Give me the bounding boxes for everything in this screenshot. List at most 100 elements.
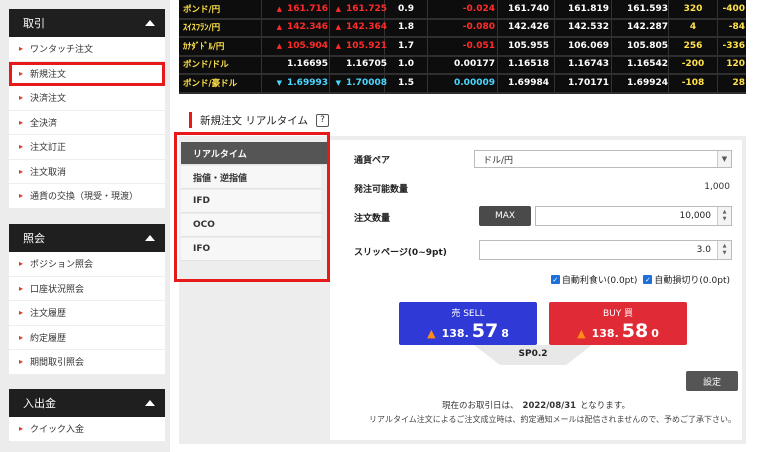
max-button[interactable]: MAX [479, 206, 531, 226]
sidebar-item-label: 決済注文 [30, 94, 67, 105]
sidebar-item-execution-history[interactable]: ▸ 約定履歴 [9, 326, 165, 350]
sidebar: 取引 ▸ ワンタッチ注文 ▸ 新規注文 ▸ 決済注文 ▸ 全決済 ▸ 注文訂正 ▸ 注文取消… [0, 0, 170, 452]
quote-row[interactable]: ポンド/豪ドル ▼ 1.69993 ▼ 1.70008 1.5 0.00009 1.69984… [179, 74, 746, 94]
quote-spread: 1.0 [384, 55, 428, 73]
quote-high-text: 142.532 [568, 22, 609, 33]
quote-open: 1.69984 [499, 74, 549, 92]
quote-change-text: -0.080 [462, 22, 495, 33]
slippage-input[interactable]: 3.0 ▲ ▼ [479, 240, 732, 260]
trade-date: 2022/08/31 [522, 401, 577, 411]
sidebar-header-label: 照会 [23, 232, 45, 245]
sidebar-item-label: ワンタッチ注文 [30, 45, 94, 56]
chevron-down-icon[interactable]: ▼ [717, 151, 731, 167]
sidebar-header-inquiry[interactable]: 照会 [9, 224, 165, 252]
chevron-right-icon: ▸ [19, 117, 24, 127]
quote-bid: ▲ 142.346 [266, 18, 328, 36]
email-notice: リアルタイム注文によるご注文成立時は、約定通知メールは配信されませんので、予めご… [369, 415, 736, 424]
sidebar-item-position-inquiry[interactable]: ▸ ポジション照会 [9, 252, 165, 277]
quote-row[interactable]: ｶﾅﾀﾞﾄﾞﾙ/円 ▲ 105.904 ▲ 105.921 1.7 -0.051 105.95… [179, 37, 746, 57]
qty-stepper-icon[interactable]: ▲ ▼ [717, 207, 731, 225]
collapse-caret-icon[interactable] [145, 20, 155, 26]
buy-button[interactable]: BUY 買 ▲ 138. 58 0 [549, 302, 687, 345]
page-title: 新規注文 リアルタイム [200, 114, 309, 127]
sidebar-section-inquiry: 照会 ▸ ポジション照会 ▸ 口座状況照会 ▸ 注文履歴 ▸ 約定履歴 ▸ 期間取引照会 [9, 224, 165, 375]
sidebar-item-label: ポジション照会 [30, 260, 94, 271]
quote-row[interactable]: ｽｲｽﾌﾗﾝ/円 ▲ 142.346 ▲ 142.364 1.8 -0.080 142.426… [179, 18, 746, 39]
quote-swap-sell: -400 [719, 0, 745, 18]
sidebar-item-account-status[interactable]: ▸ 口座状況照会 [9, 277, 165, 301]
buy-price: ▲ 138. 58 0 [549, 320, 687, 342]
up-arrow-icon: ▲ [427, 327, 436, 340]
sidebar-header-trade[interactable]: 取引 [9, 9, 165, 37]
currency-pair-value: ドル/円 [483, 155, 514, 166]
collapse-caret-icon[interactable] [145, 400, 155, 406]
quote-low-text: 105.805 [627, 40, 668, 51]
chevron-right-icon: ▸ [19, 93, 24, 103]
quote-swap-buy: 4 [669, 18, 717, 36]
buy-price-prefix: 138. [591, 327, 619, 340]
sidebar-item-new-order[interactable]: ▸ 新規注文 [9, 61, 165, 86]
sidebar-item-label: 全決済 [30, 118, 58, 129]
quote-open-text: 161.740 [508, 4, 549, 14]
quote-bid-text: 1.16695 [287, 59, 328, 70]
quote-high-text: 1.70171 [568, 77, 609, 88]
quote-open-text: 142.426 [508, 22, 549, 33]
quote-ask: 1.16705 [331, 55, 387, 73]
quote-swap-sell-text: -336 [722, 40, 745, 51]
slippage-stepper-icon[interactable]: ▲ ▼ [717, 241, 731, 259]
chevron-right-icon: ▸ [19, 142, 24, 152]
slippage-value: 3.0 [696, 245, 711, 255]
auto-loss-label: 自動損切り(0.0pt) [654, 276, 730, 286]
sidebar-item-label: 通貨の交換（現受・現渡） [30, 192, 139, 203]
quote-change: 0.00177 [427, 55, 495, 73]
sidebar-item-order-correction[interactable]: ▸ 注文訂正 [9, 135, 165, 160]
sidebar-item-settlement-order[interactable]: ▸ 決済注文 [9, 86, 165, 111]
chevron-right-icon: ▸ [19, 68, 24, 78]
sidebar-item-full-settlement[interactable]: ▸ 全決済 [9, 111, 165, 135]
settings-button[interactable]: 設定 [686, 371, 738, 391]
quote-low: 1.16542 [616, 55, 668, 73]
up-arrow-icon: ▲ [335, 23, 341, 32]
sidebar-item-period-inquiry[interactable]: ▸ 期間取引照会 [9, 350, 165, 375]
quote-row[interactable]: ポンド/円 ▲ 161.716 ▲ 161.725 0.9 -0.024 161.740 161… [179, 0, 746, 20]
currency-pair-select[interactable]: ドル/円 ▼ [474, 150, 732, 168]
trade-date-note: 現在のお取引日は、 2022/08/31 となります。 [330, 399, 742, 411]
quote-open-text: 1.16518 [508, 59, 549, 70]
sidebar-item-quick-deposit[interactable]: ▸ クイック入金 [9, 417, 165, 442]
quote-swap-sell: 120 [719, 55, 745, 73]
sidebar-item-order-history[interactable]: ▸ 注文履歴 [9, 301, 165, 326]
quote-spread-text: 1.0 [398, 59, 414, 70]
sidebar-item-order-cancel[interactable]: ▸ 注文取消 [9, 160, 165, 184]
sidebar-item-currency-exchange[interactable]: ▸ 通貨の交換（現受・現渡） [9, 184, 165, 209]
quote-pair-text: ポンド/豪ドル [183, 78, 238, 89]
tabs-highlight-box [174, 132, 330, 282]
order-qty-input[interactable]: 10,000 ▲ ▼ [535, 206, 732, 226]
quote-ask-text: 1.16705 [346, 59, 387, 70]
quote-pair: ｽｲｽﾌﾗﾝ/円 [183, 18, 220, 36]
sell-button[interactable]: 売 SELL ▲ 138. 57 8 [399, 302, 537, 345]
auto-loss-checkbox[interactable]: ✓ [643, 275, 653, 284]
chevron-right-icon: ▸ [19, 191, 24, 201]
quote-pair-text: ポンド/円 [183, 5, 221, 15]
quote-pair: ポンド/豪ドル [183, 74, 237, 92]
collapse-caret-icon[interactable] [145, 235, 155, 241]
quote-high: 1.70171 [557, 74, 609, 92]
quote-high: 161.819 [557, 0, 609, 18]
up-arrow-icon: ▲ [577, 327, 586, 340]
quote-swap-sell-text: -400 [722, 4, 745, 14]
sidebar-item-one-touch-order[interactable]: ▸ ワンタッチ注文 [9, 37, 165, 62]
quote-change: -0.024 [427, 0, 495, 18]
quote-row[interactable]: ポンド/ドル 1.16695 1.16705 1.0 0.00177 1.16518 1.1… [179, 55, 746, 76]
auto-profit-checkbox[interactable]: ✓ [550, 275, 560, 284]
quote-ask-text: 105.921 [346, 40, 387, 51]
sidebar-header-deposit[interactable]: 入出金 [9, 389, 165, 417]
quote-open-text: 105.955 [508, 40, 549, 51]
chevron-right-icon: ▸ [19, 332, 24, 342]
quote-low: 1.69924 [616, 74, 668, 92]
chevron-right-icon: ▸ [19, 259, 24, 269]
available-qty-value: 1,000 [704, 182, 730, 192]
quote-ask: ▲ 142.364 [331, 18, 387, 36]
up-arrow-icon: ▲ [335, 5, 341, 13]
help-icon[interactable]: ? [316, 113, 330, 127]
quote-spread-text: 1.7 [398, 40, 414, 51]
